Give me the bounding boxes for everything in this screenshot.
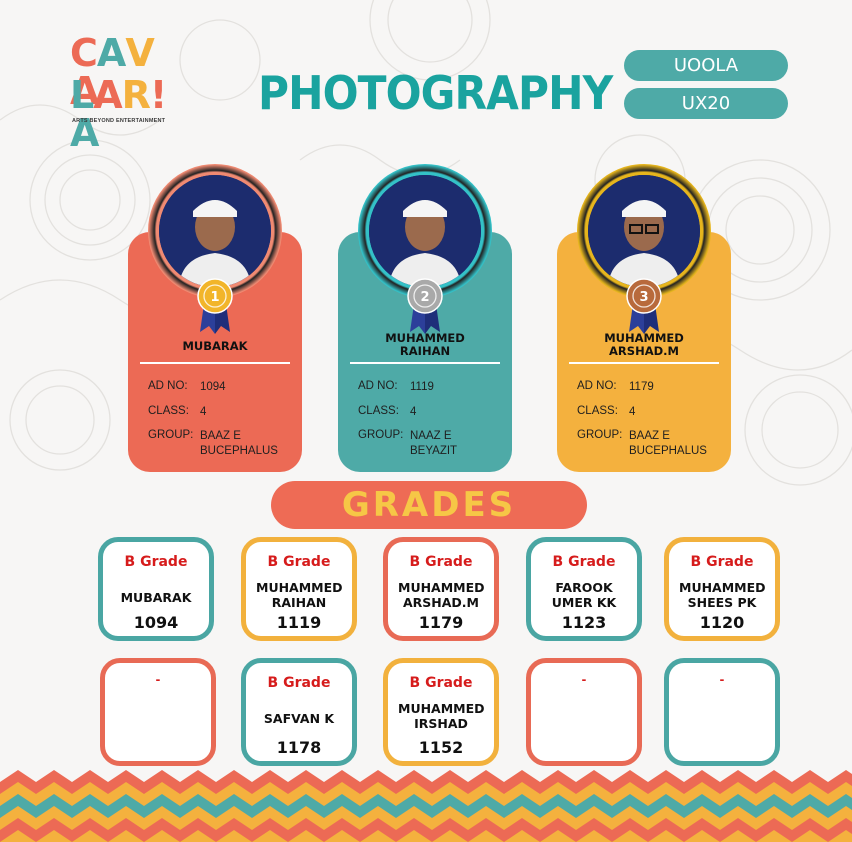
class-row: CLASS: 4	[358, 405, 417, 418]
code-pill: UX20	[624, 88, 788, 119]
grade-label: B Grade	[552, 554, 616, 570]
grade-student-name: MUHAMMED ARSHAD.M	[398, 580, 485, 610]
grade-card-6: -	[100, 658, 216, 766]
grade-ad-no: 1178	[276, 738, 322, 757]
svg-text:1: 1	[210, 290, 219, 305]
grade-ad-no: 1123	[561, 613, 607, 632]
grade-ad-no: 1179	[418, 613, 464, 632]
logo-tagline: ARTS BEYOND ENTERTAINMENT	[72, 118, 166, 124]
grade-empty-dash: -	[155, 671, 161, 687]
svg-text:3: 3	[639, 290, 648, 305]
class-row: CLASS: 4	[577, 405, 636, 418]
grade-student-name: MUHAMMED IRSHAD	[398, 701, 485, 731]
rank-medal-icon-2: 2	[406, 278, 444, 334]
grade-label: B Grade	[267, 554, 331, 570]
grade-empty-dash: -	[719, 671, 725, 687]
grade-label: B Grade	[124, 554, 188, 570]
group-row: GROUP: BAAZ E BUCEPHALUS	[577, 429, 707, 457]
cavalaria-logo: CAVA LAR!A ARTS BEYOND ENTERTAINMENT	[70, 34, 170, 152]
class-row: CLASS: 4	[148, 405, 207, 418]
decorative-zigzag-border	[0, 770, 852, 842]
grades-banner: GRADES	[271, 481, 587, 529]
winner-name: MUHAMMED RAIHAN	[385, 331, 465, 358]
divider	[569, 362, 719, 364]
category-pill: UOOLA	[624, 50, 788, 81]
grade-ad-no: 1120	[699, 613, 745, 632]
grade-label: B Grade	[409, 675, 473, 691]
grade-label: B Grade	[690, 554, 754, 570]
grade-student-name: SAFVAN K	[263, 711, 335, 726]
grade-ad-no: 1152	[418, 738, 464, 757]
grade-card-9: -	[526, 658, 642, 766]
grade-card-7: B Grade SAFVAN K 1178	[241, 658, 357, 766]
ad-no-row: AD NO: 1094	[148, 380, 226, 393]
grade-student-name: FAROOK UMER KK	[551, 580, 617, 610]
grade-student-name: MUBARAK	[120, 590, 192, 605]
svg-text:2: 2	[420, 290, 429, 305]
grade-card-8: B Grade MUHAMMED IRSHAD 1152	[383, 658, 499, 766]
divider	[140, 362, 290, 364]
winner-name: MUBARAK	[182, 339, 248, 353]
rank-medal-icon-3: 3	[625, 278, 663, 334]
grade-card-2: B Grade MUHAMMED RAIHAN 1119	[241, 537, 357, 641]
grade-label: B Grade	[409, 554, 473, 570]
winner-name: MUHAMMED ARSHAD.M	[604, 331, 684, 358]
grade-card-5: B Grade MUHAMMED SHEES PK 1120	[664, 537, 780, 641]
logo-line-2: LAR!A	[70, 73, 167, 155]
page-title: PHOTOGRAPHY	[258, 66, 613, 120]
grade-ad-no: 1094	[133, 613, 179, 632]
ad-no-row: AD NO: 1179	[577, 380, 654, 393]
grade-card-4: B Grade FAROOK UMER KK 1123	[526, 537, 642, 641]
grade-card-10: -	[664, 658, 780, 766]
divider	[350, 362, 500, 364]
rank-medal-icon-1: 1	[196, 278, 234, 334]
grade-student-name: MUHAMMED RAIHAN	[256, 580, 343, 610]
grade-label: B Grade	[267, 675, 331, 691]
grade-student-name: MUHAMMED SHEES PK	[679, 580, 766, 610]
grade-ad-no: 1119	[276, 613, 322, 632]
grade-empty-dash: -	[581, 671, 587, 687]
ad-no-row: AD NO: 1119	[358, 380, 434, 393]
group-row: GROUP: NAAZ E BEYAZIT	[358, 429, 458, 457]
grade-card-1: B Grade MUBARAK 1094	[98, 537, 214, 641]
group-row: GROUP: BAAZ E BUCEPHALUS	[148, 429, 278, 457]
grade-card-3: B Grade MUHAMMED ARSHAD.M 1179	[383, 537, 499, 641]
